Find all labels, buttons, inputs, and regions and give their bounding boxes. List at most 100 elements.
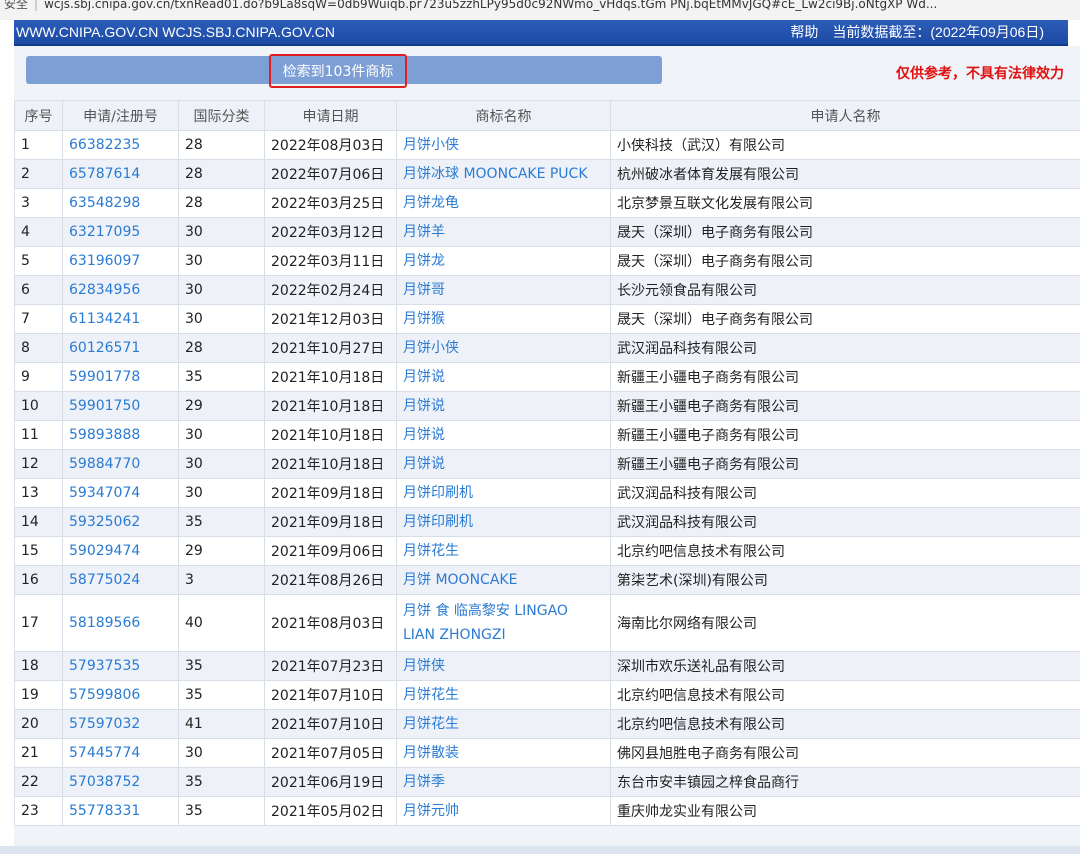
cell-trademark-name[interactable]: 月饼说 [396,362,611,392]
cell-reg-number[interactable]: 59325062 [62,507,179,537]
cell-trademark-name[interactable]: 月饼龙龟 [396,188,611,218]
cell-reg-number[interactable]: 63217095 [62,217,179,247]
cell-reg-number[interactable]: 59901750 [62,391,179,421]
cell-class: 35 [178,651,265,681]
cell-date: 2021年09月18日 [264,478,397,508]
header-right: 帮助 当前数据截至：(2022年09月06日) [790,22,1068,42]
cell-trademark-name[interactable]: 月饼小侠 [396,333,611,363]
scrollbar-strip[interactable] [0,846,1080,854]
cell-applicant: 新疆王小疆电子商务有限公司 [610,420,1080,450]
cell-trademark-name[interactable]: 月饼花生 [396,536,611,566]
cell-date: 2021年08月26日 [264,565,397,595]
cell-trademark-name[interactable]: 月饼花生 [396,709,611,739]
cell-date: 2021年07月10日 [264,709,397,739]
cell-date: 2021年10月18日 [264,362,397,392]
cell-class: 30 [178,738,265,768]
cell-reg-number[interactable]: 57599806 [62,680,179,710]
cell-applicant: 杭州破冰者体育发展有限公司 [610,159,1080,189]
cell-applicant: 佛冈县旭胜电子商务有限公司 [610,738,1080,768]
cell-no: 7 [14,304,63,334]
cell-reg-number[interactable]: 57445774 [62,738,179,768]
results-panel: 检索到103件商标 仅供参考，不具有法律效力 序号 申请/注册号 国际分类 申请… [14,46,1080,854]
cell-reg-number[interactable]: 59884770 [62,449,179,479]
cell-applicant: 第柒艺术(深圳)有限公司 [610,565,1080,595]
table-row: 15 59029474 29 2021年09月06日 月饼花生 北京约吧信息技术有限公司 [14,536,1080,566]
trademark-table: 序号 申请/注册号 国际分类 申请日期 商标名称 申请人名称 1 66382235… [14,100,1080,826]
cell-reg-number[interactable]: 62834956 [62,275,179,305]
cell-date: 2022年02月24日 [264,275,397,305]
cell-reg-number[interactable]: 59347074 [62,478,179,508]
cell-no: 8 [14,333,63,363]
cell-class: 28 [178,130,265,160]
cell-trademark-name[interactable]: 月饼散装 [396,738,611,768]
cell-class: 30 [178,275,265,305]
cell-reg-number[interactable]: 57937535 [62,651,179,681]
cell-no: 6 [14,275,63,305]
cell-reg-number[interactable]: 59029474 [62,536,179,566]
cell-no: 21 [14,738,63,768]
cell-trademark-name[interactable]: 月饼哥 [396,275,611,305]
table-row: 22 57038752 35 2021年06月19日 月饼季 东台市安丰镇园之梓食品商行 [14,767,1080,797]
cell-trademark-name[interactable]: 月饼龙 [396,246,611,276]
table-row: 12 59884770 30 2021年10月18日 月饼说 新疆王小疆电子商务有限公司 [14,449,1080,479]
col-header-date: 申请日期 [264,100,397,131]
cell-applicant: 新疆王小疆电子商务有限公司 [610,391,1080,421]
url-separator: | [34,0,39,11]
cell-reg-number[interactable]: 63196097 [62,246,179,276]
cell-trademark-name[interactable]: 月饼印刷机 [396,478,611,508]
data-date-label: 当前数据截至：(2022年09月06日) [832,24,1044,40]
cell-trademark-name[interactable]: 月饼 MOONCAKE [396,565,611,595]
table-row: 8 60126571 28 2021年10月27日 月饼小侠 武汉润品科技有限公司 [14,333,1080,363]
cell-reg-number[interactable]: 55778331 [62,796,179,826]
cell-reg-number[interactable]: 57597032 [62,709,179,739]
cell-class: 30 [178,449,265,479]
cell-applicant: 晟天（深圳）电子商务有限公司 [610,304,1080,334]
table-row: 18 57937535 35 2021年07月23日 月饼侠 深圳市欢乐送礼品有限公司 [14,651,1080,681]
cell-reg-number[interactable]: 60126571 [62,333,179,363]
cell-reg-number[interactable]: 63548298 [62,188,179,218]
cell-trademark-name[interactable]: 月饼小侠 [396,130,611,160]
cell-reg-number[interactable]: 57038752 [62,767,179,797]
cell-no: 12 [14,449,63,479]
cell-class: 35 [178,680,265,710]
cell-applicant: 北京梦景互联文化发展有限公司 [610,188,1080,218]
cell-trademark-name[interactable]: 月饼侠 [396,651,611,681]
cell-trademark-name[interactable]: 月饼冰球 MOONCAKE PUCK [396,159,611,189]
cell-reg-number[interactable]: 58775024 [62,565,179,595]
cell-date: 2021年10月27日 [264,333,397,363]
cell-reg-number[interactable]: 59893888 [62,420,179,450]
url-text[interactable]: wcjs.sbj.cnipa.gov.cn/txnRead01.do?b9La8… [44,0,937,11]
table-row: 14 59325062 35 2021年09月18日 月饼印刷机 武汉润品科技有限公司 [14,507,1080,537]
cell-trademark-name[interactable]: 月饼羊 [396,217,611,247]
cell-trademark-name[interactable]: 月饼说 [396,449,611,479]
cell-no: 5 [14,246,63,276]
cell-trademark-name[interactable]: 月饼季 [396,767,611,797]
cell-trademark-name[interactable]: 月饼印刷机 [396,507,611,537]
col-header-mark: 商标名称 [396,100,611,131]
cell-trademark-name[interactable]: 月饼元帅 [396,796,611,826]
cell-date: 2021年06月19日 [264,767,397,797]
cell-trademark-name[interactable]: 月饼说 [396,391,611,421]
table-body: 1 66382235 28 2022年08月03日 月饼小侠 小侠科技（武汉）有限公司 2 6… [14,130,1080,826]
help-link[interactable]: 帮助 [790,22,818,42]
cell-applicant: 晟天（深圳）电子商务有限公司 [610,217,1080,247]
browser-url-bar[interactable]: 安全 | wcjs.sbj.cnipa.gov.cn/txnRead01.do?b9… [0,0,1080,20]
table-row: 4 63217095 30 2022年03月12日 月饼羊 晟天（深圳）电子商务有限公司 [14,217,1080,247]
cell-trademark-name[interactable]: 月饼 食 临高黎安 LINGAO LIAN ZHONGZI [396,594,611,652]
cell-no: 16 [14,565,63,595]
cell-class: 30 [178,246,265,276]
cell-reg-number[interactable]: 61134241 [62,304,179,334]
cell-no: 22 [14,767,63,797]
cell-no: 15 [14,536,63,566]
cell-class: 35 [178,767,265,797]
cell-reg-number[interactable]: 59901778 [62,362,179,392]
cell-reg-number[interactable]: 66382235 [62,130,179,160]
cell-no: 20 [14,709,63,739]
cell-date: 2022年03月25日 [264,188,397,218]
cell-reg-number[interactable]: 65787614 [62,159,179,189]
cell-no: 3 [14,188,63,218]
cell-trademark-name[interactable]: 月饼猴 [396,304,611,334]
cell-trademark-name[interactable]: 月饼花生 [396,680,611,710]
cell-trademark-name[interactable]: 月饼说 [396,420,611,450]
cell-reg-number[interactable]: 58189566 [62,594,179,652]
